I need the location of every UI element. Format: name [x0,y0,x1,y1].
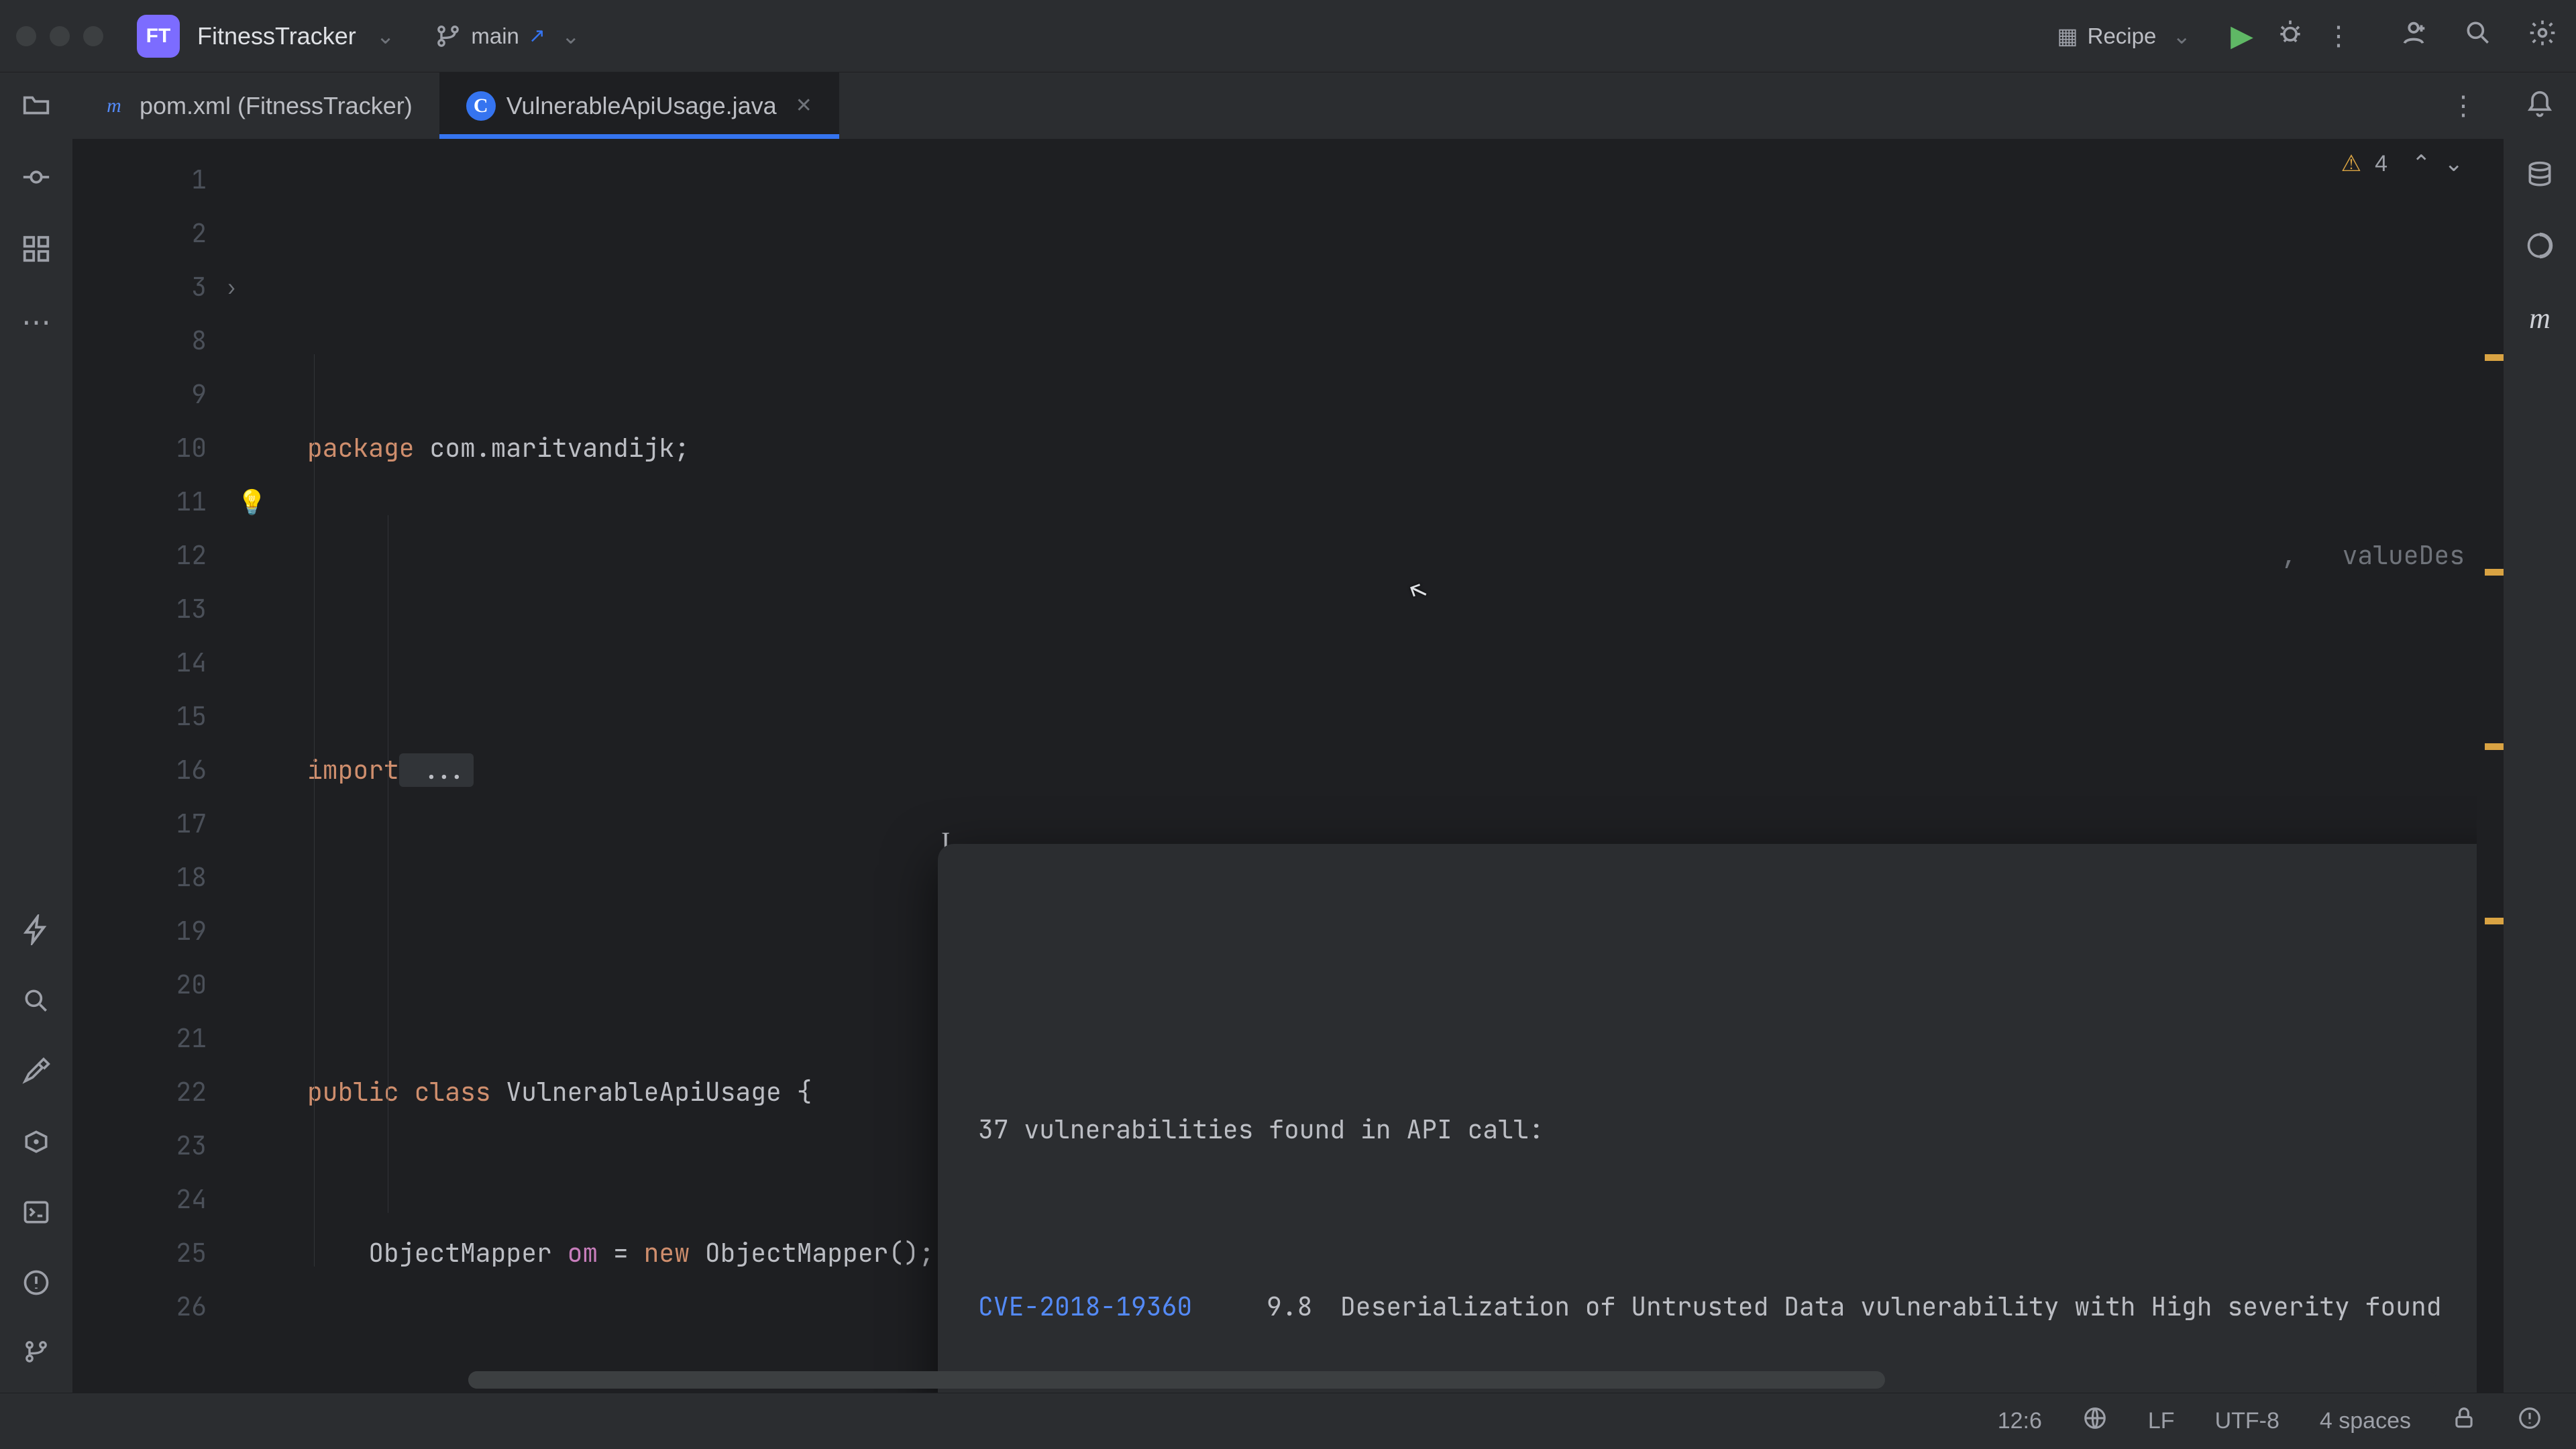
tab-label: pom.xml (FitnessTracker) [140,92,413,120]
project-tool-icon[interactable] [21,90,52,128]
branch-icon [435,23,462,50]
build-tool-icon[interactable] [21,1057,51,1093]
run-config-selector[interactable]: ▦ Recipe ⌄ [2057,23,2198,49]
more-vert-icon[interactable]: ⋮ [2321,21,2356,52]
line-ending[interactable]: LF [2148,1408,2175,1434]
coverage-tool-icon[interactable] [2525,231,2555,268]
tab-label: VulnerableApiUsage.java [506,92,777,120]
left-tool-rail: ⋯ [0,72,72,1393]
close-icon[interactable]: ✕ [796,94,812,117]
popup-title: 37 vulnerabilities found in API call: [978,1100,1544,1159]
database-tool-icon[interactable] [2525,160,2555,197]
chevron-down-icon: ⌄ [2172,23,2191,49]
project-name[interactable]: FitnessTracker [197,22,356,50]
maven-tool-icon[interactable]: m [2529,301,2551,335]
arrow-icon: ↗ [529,24,545,48]
more-horiz-icon[interactable]: ⋯ [21,305,51,339]
java-class-icon: C [466,91,496,121]
gutter[interactable]: 1 2 3 › 8 9 10 11 💡 12 13 14 15 16 17 18 [72,140,233,1393]
structure-tool-icon[interactable] [21,233,52,272]
vcs-tool-icon[interactable] [23,1338,50,1373]
notifications-icon[interactable] [2525,90,2555,127]
vulnerability-popup: 37 vulnerabilities found in API call: ⋮ … [938,844,2477,1393]
services-tool-icon[interactable] [21,1127,51,1164]
more-vert-icon[interactable]: ⋮ [2423,91,2504,121]
minimize-dot[interactable] [50,26,70,46]
horizontal-scrollbar[interactable] [468,1371,2436,1389]
debug-icon[interactable] [2273,18,2308,54]
cve-score: 9.8 [1267,1277,1320,1336]
chevron-down-icon[interactable]: ⌄ [376,23,395,49]
right-tool-rail: m [2504,72,2576,1393]
inlay-hint: , valueDes [2269,529,2477,582]
commit-tool-icon[interactable] [21,162,52,200]
recipe-icon: ▦ [2057,23,2078,49]
error-stripe[interactable] [2477,140,2504,1393]
line-separator-icon[interactable] [2082,1405,2108,1438]
caret-position[interactable]: 12:6 [1998,1408,2042,1434]
tab-vulnerable[interactable]: C VulnerableApiUsage.java ✕ [439,72,839,139]
code-area[interactable]: package com.maritvandijk; import ... pub… [233,140,2477,1393]
readonly-icon[interactable] [2451,1405,2477,1438]
search-icon[interactable] [2461,18,2496,54]
zoom-dot[interactable] [83,26,103,46]
editor[interactable]: ⚠ 4 ⌃ ⌄ 1 2 3 › 8 9 10 11 💡 12 [72,140,2504,1393]
branch-name: main [471,23,519,49]
code-with-me-icon[interactable] [2396,17,2431,55]
run-config-label: Recipe [2088,23,2157,49]
encoding[interactable]: UTF-8 [2215,1408,2279,1434]
close-dot[interactable] [16,26,36,46]
cve-desc: Deserialization of Untrusted Data vulner… [1340,1277,2442,1336]
project-badge[interactable]: FT [137,15,180,58]
tab-pom[interactable]: m pom.xml (FitnessTracker) [72,72,439,139]
chevron-down-icon[interactable]: ⌄ [561,23,580,49]
run-icon[interactable]: ▶ [2224,19,2259,53]
editor-tabs: m pom.xml (FitnessTracker) C VulnerableA… [72,72,2504,140]
ai-tool-icon[interactable] [21,914,52,953]
cve-link[interactable]: CVE-2018-19360 [978,1277,1246,1336]
settings-icon[interactable] [2525,18,2560,54]
more-vert-icon[interactable]: ⋮ [2466,1100,2477,1159]
indent[interactable]: 4 spaces [2320,1408,2411,1434]
problems-tool-icon[interactable] [21,1268,51,1305]
maven-file-icon: m [99,91,129,121]
title-bar: FT FitnessTracker ⌄ main ↗ ⌄ ▦ Recipe ⌄ … [0,0,2576,72]
terminal-tool-icon[interactable] [21,1197,51,1234]
window-controls[interactable] [16,26,103,46]
find-tool-icon[interactable] [21,986,51,1023]
vcs-branch[interactable]: main ↗ ⌄ [435,23,586,50]
status-bar: 12:6 LF UTF-8 4 spaces [0,1393,2576,1449]
status-info-icon[interactable] [2517,1405,2542,1438]
